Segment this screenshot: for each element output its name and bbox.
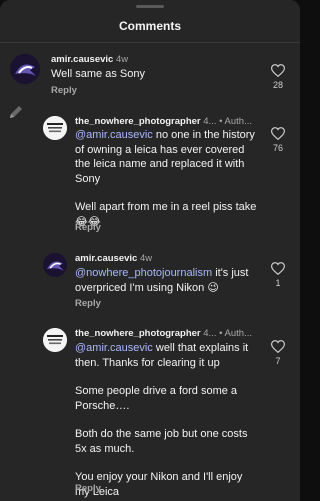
reply-button[interactable]: Reply [75,483,101,494]
comment-username[interactable]: the_nowhere_photographer 4... • Auth... [75,116,252,127]
sheet-title: Comments [118,19,181,33]
like-button[interactable]: 7 [268,340,288,366]
comment-username[interactable]: amir.causevic 4w [51,54,128,65]
heart-icon [271,262,285,275]
like-count: 7 [275,356,281,366]
avatar[interactable] [10,54,40,84]
mention-link[interactable]: @amir.causevic [75,342,153,354]
comment-username[interactable]: the_nowhere_photographer 4... • Auth... [75,328,252,339]
mention-link[interactable]: @amir.causevic [75,129,153,141]
reply-button[interactable]: Reply [75,298,101,309]
comment-time: 4... [203,116,217,127]
comment-text: Well same as Sony [51,68,145,80]
mention-link[interactable]: @nowhere_photojournalism [75,267,212,279]
heart-icon [271,127,285,140]
comments-sheet: Comments amir.causevic 4w Well same as S… [0,0,300,501]
heart-icon [271,64,285,77]
comment-time: 4w [115,54,129,65]
reply-button[interactable]: Reply [75,222,101,233]
like-count: 1 [275,278,281,288]
avatar[interactable] [43,328,67,352]
avatar[interactable] [43,253,67,277]
reply-button[interactable]: Reply [51,85,77,96]
comment-text: @nowhere_photojournalism it's just overp… [75,267,249,294]
pencil-icon [8,104,24,125]
drag-handle[interactable] [136,5,164,8]
comment-time: 4... [203,328,217,339]
like-button[interactable]: 76 [268,127,288,153]
heart-icon [271,340,285,353]
comment-text: @amir.causevic no one in the history of … [75,129,257,228]
author-badge: • Auth... [219,328,253,339]
like-button[interactable]: 1 [268,262,288,288]
avatar[interactable] [43,116,67,140]
like-count: 28 [272,80,283,90]
comment-time: 4w [139,253,153,264]
like-count: 76 [272,143,283,153]
header-divider [0,42,300,43]
comment-username[interactable]: amir.causevic 4w [75,253,152,264]
comment-text: @amir.causevic well that explains it the… [75,342,249,498]
like-button[interactable]: 28 [268,64,288,90]
author-badge: • Auth... [219,116,253,127]
